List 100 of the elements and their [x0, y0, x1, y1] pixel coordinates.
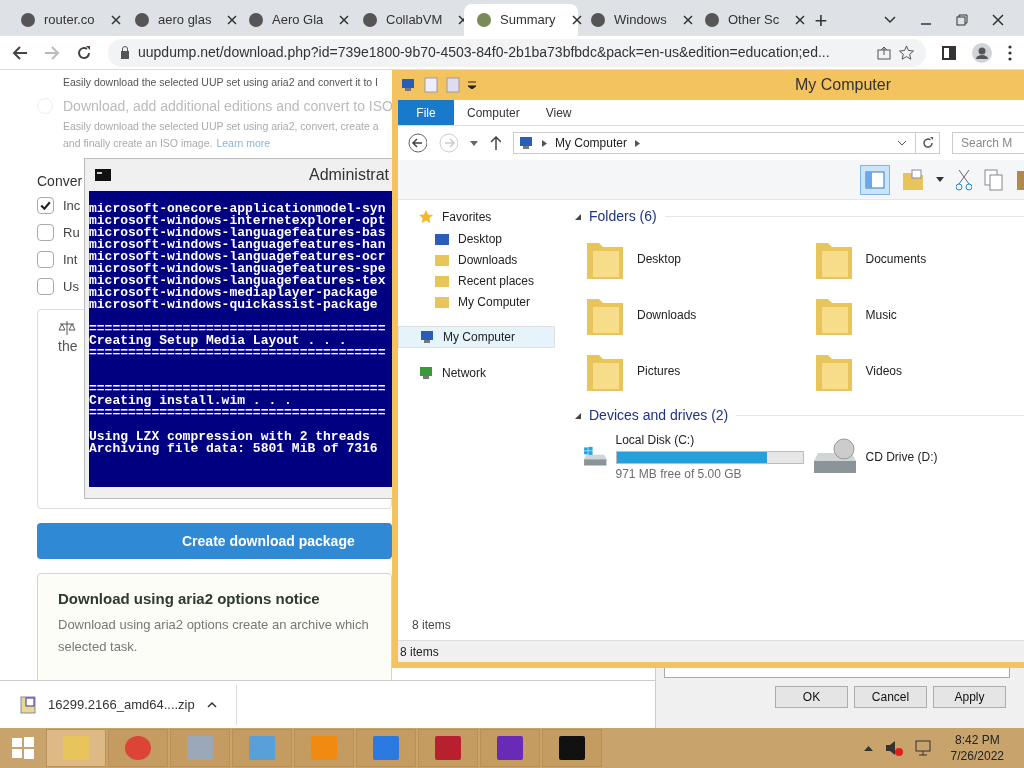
- ribbon-tab[interactable]: View: [532, 100, 585, 125]
- app-icon: [433, 734, 463, 762]
- notice-text: Download using aria2 options create an archive which: [58, 615, 369, 634]
- dialog-button[interactable]: OK: [775, 686, 848, 708]
- paste-icon[interactable]: [1016, 168, 1024, 191]
- nav-item[interactable]: Downloads: [398, 249, 563, 270]
- close-icon[interactable]: [227, 15, 238, 25]
- option-title: Download, add additional editions and convert to ISO: [63, 96, 393, 116]
- dropdown-icon[interactable]: [897, 140, 907, 146]
- drive-item[interactable]: Local Disk (C:) 971 MB free of 5.00 GB: [575, 432, 804, 482]
- console-icon: [95, 169, 111, 181]
- back-icon[interactable]: [408, 133, 427, 153]
- browser-tab[interactable]: Windows: [578, 4, 692, 36]
- console-button[interactable]: [542, 729, 602, 767]
- close-icon[interactable]: [992, 14, 1004, 26]
- news-button[interactable]: [418, 729, 478, 767]
- group-heading: Folders (6): [589, 207, 657, 226]
- volume-muted-icon[interactable]: [884, 740, 903, 756]
- dropdown-icon[interactable]: [469, 140, 478, 146]
- text-field[interactable]: [664, 668, 1010, 678]
- checkbox-label: Us: [63, 277, 79, 296]
- option-description: Easily download the selected UUP set using aria2 and convert it to I: [63, 75, 378, 90]
- back-icon[interactable]: [12, 44, 28, 61]
- folder-item[interactable]: Music: [803, 287, 1024, 343]
- tab-search-icon[interactable]: [884, 16, 896, 24]
- restore-icon[interactable]: [956, 14, 968, 26]
- checkbox[interactable]: [37, 251, 54, 268]
- checkbox-label: Inc: [63, 196, 81, 215]
- nav-item[interactable]: My Computer: [398, 326, 555, 348]
- folder-item[interactable]: Downloads: [575, 287, 804, 343]
- up-arrow-icon[interactable]: [489, 136, 501, 150]
- network-icon[interactable]: [914, 740, 931, 756]
- nav-item[interactable]: Network: [398, 362, 563, 384]
- close-icon[interactable]: [571, 15, 582, 25]
- search-field[interactable]: Search M: [952, 132, 1024, 154]
- trophy-button[interactable]: [480, 729, 540, 767]
- computer-icon: [419, 330, 435, 344]
- ribbon-tab[interactable]: Computer: [454, 100, 533, 125]
- nav-item[interactable]: My Computer: [398, 291, 563, 312]
- side-panel-icon[interactable]: [942, 45, 956, 60]
- reload-icon[interactable]: [76, 44, 92, 61]
- folder-item[interactable]: Pictures: [575, 343, 804, 399]
- download-item[interactable]: 16299.2166_amd64....zip: [0, 684, 237, 725]
- new-tab-button[interactable]: +: [806, 4, 836, 36]
- browser-tab[interactable]: router.co: [8, 4, 122, 36]
- address-field[interactable]: My Computer: [512, 132, 940, 154]
- checkbox[interactable]: [37, 224, 54, 241]
- folder-item[interactable]: Videos: [803, 343, 1024, 399]
- browser-tab[interactable]: Aero Gla: [236, 4, 350, 36]
- section-heading: Conver: [37, 171, 83, 191]
- more-menu-icon[interactable]: [1008, 44, 1012, 61]
- close-icon[interactable]: [795, 15, 806, 25]
- app-icon: [185, 734, 215, 762]
- app-icon: [557, 734, 587, 762]
- dialog-button[interactable]: Apply: [933, 686, 1006, 708]
- folder-item[interactable]: Desktop: [575, 231, 804, 287]
- console-line: Using LZX compression with 2 threads: [89, 431, 370, 443]
- dropdown-icon[interactable]: [468, 81, 476, 89]
- computer-icon: [517, 136, 534, 150]
- breadcrumb-item[interactable]: My Computer: [554, 134, 627, 152]
- folder-item[interactable]: Documents: [803, 231, 1024, 287]
- close-icon[interactable]: [339, 15, 350, 25]
- checkbox[interactable]: [37, 278, 54, 295]
- preview-pane-icon: [865, 170, 885, 189]
- option-description: Easily download the selected UUP set using aria2, convert, create a: [63, 118, 379, 134]
- console-line: microsoft-windows-languagefeatures-spe: [89, 263, 387, 275]
- console-line: microsoft-windows-languagefeatures-han: [89, 239, 387, 251]
- dropdown-icon[interactable]: [936, 177, 944, 182]
- drive-item[interactable]: CD Drive (D:): [803, 432, 1024, 482]
- address-field[interactable]: uupdump.net/download.php?id=739e1800-9b70-4503-84f0-2b1ba73bfbdc&pack=en-us&edition=education;ed...: [108, 38, 926, 67]
- nav-item[interactable]: Favorites: [398, 206, 563, 228]
- clock[interactable]: 8:42 PM 7/26/2022: [950, 732, 1004, 764]
- create-download-package-button[interactable]: Create download package: [37, 523, 392, 559]
- dialog-button[interactable]: Cancel: [854, 686, 927, 708]
- close-icon[interactable]: [682, 15, 693, 25]
- collapse-icon[interactable]: [575, 213, 581, 220]
- checkbox-label: Int: [63, 250, 78, 269]
- app-icon: [495, 734, 525, 762]
- profile-icon[interactable]: [972, 42, 992, 63]
- nav-item[interactable]: Desktop: [398, 228, 563, 249]
- url-text: uupdump.net/download.php?id=739e1800-9b70-4503-84f0-2b1ba73bfbdc&pack=en-us&edition=education;ed...: [138, 43, 831, 62]
- caret-icon[interactable]: [206, 701, 217, 708]
- refresh-icon[interactable]: [921, 137, 934, 149]
- close-icon[interactable]: [110, 15, 121, 25]
- checkbox[interactable]: [37, 197, 54, 214]
- notice-title: Download using aria2 options notice: [58, 589, 321, 609]
- nav-item[interactable]: Recent places: [398, 270, 563, 291]
- console-line: microsoft-windows-quickassist-package: [89, 299, 379, 311]
- computer-icon: [400, 78, 416, 92]
- collapse-icon[interactable]: [575, 412, 581, 419]
- share-icon[interactable]: [877, 45, 891, 60]
- cut-icon[interactable]: [956, 168, 972, 191]
- item-count: 8 items: [411, 617, 452, 634]
- bookmark-star-icon[interactable]: [899, 45, 914, 60]
- show-hidden-icons-icon[interactable]: [863, 745, 873, 751]
- notice-text: selected task.: [58, 638, 138, 656]
- browser-tab[interactable]: aero glas: [122, 4, 236, 36]
- ribbon-tab[interactable]: File: [398, 100, 454, 125]
- browser-tab[interactable]: Other Sc: [692, 4, 806, 36]
- browser-tab[interactable]: CollabVM: [350, 4, 464, 36]
